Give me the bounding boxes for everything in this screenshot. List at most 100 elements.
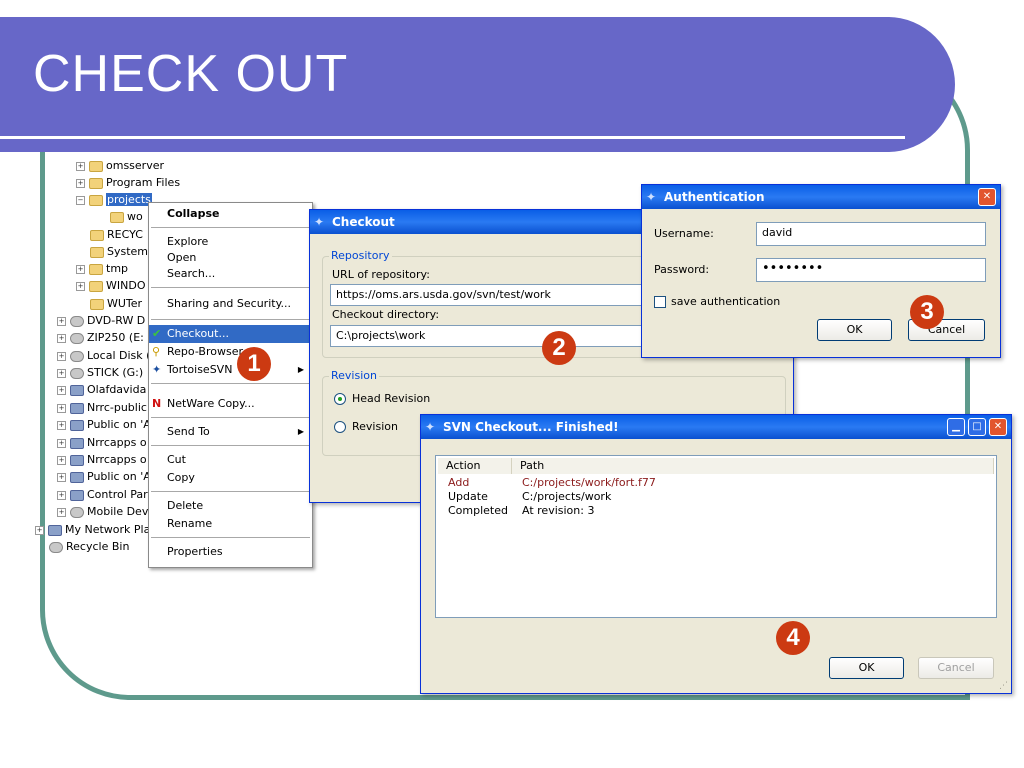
menu-separator [151,491,310,492]
expand-icon[interactable]: + [57,507,66,517]
tree-item[interactable]: + Program Files [76,174,180,191]
expand-icon[interactable]: + [57,472,66,482]
tree-item[interactable]: + Mobile Dev [57,503,148,520]
expand-icon[interactable]: + [76,281,85,291]
step-badge-4: 4 [776,621,810,655]
drive-icon [70,315,84,327]
save-authentication-checkbox[interactable] [654,296,666,308]
menu-item-collapse[interactable]: Collapse [149,205,312,223]
finished-ok-button[interactable]: OK [829,657,904,679]
tree-item[interactable]: + STICK (G:) [57,364,143,381]
tree-item[interactable]: wo [110,208,143,225]
repository-group-label: Repository [329,249,392,262]
expand-icon[interactable]: + [57,490,66,500]
tree-item-label: ZIP250 (E: [87,331,144,344]
username-input[interactable]: david [756,222,986,246]
tree-item[interactable]: + Nrrcapps o [57,434,147,451]
folder-icon [90,229,104,241]
expand-icon[interactable]: + [57,455,66,465]
save-authentication-label: save authentication [671,295,781,308]
submenu-arrow-icon: ▶ [297,365,304,374]
finished-titlebar[interactable]: ✦ SVN Checkout... Finished! ▁ □ ✕ [421,415,1011,439]
column-header-action[interactable]: Action [438,458,512,474]
tree-item[interactable]: + tmp [76,260,128,277]
expand-icon[interactable]: + [57,385,66,395]
expand-icon[interactable]: + [76,161,85,171]
menu-item-tortoisesvn[interactable]: ✦ TortoiseSVN ▶ [149,361,312,379]
menu-item-netware-copy[interactable]: N NetWare Copy... [149,395,312,413]
menu-separator [151,227,310,228]
tree-item-label: Program Files [106,176,181,189]
tree-item[interactable]: WUTer [90,295,142,312]
tree-item[interactable]: + Local Disk ( [57,347,150,364]
minimize-icon[interactable]: ▁ [947,418,965,436]
expand-icon[interactable]: + [57,403,66,413]
tree-item[interactable]: + Public on 'A [57,416,151,433]
tree-item[interactable]: − projects [76,191,152,208]
authentication-dialog: ✦ Authentication ✕ Username: david Passw… [641,184,1001,358]
expand-icon[interactable]: + [57,333,66,343]
tree-item[interactable]: + Public on 'A [57,468,151,485]
tree-item[interactable]: + Control Par [57,486,148,503]
menu-item-search[interactable]: Search... [149,265,312,283]
menu-item-repo-browser[interactable]: ⚲ Repo-Browser [149,343,312,361]
expand-icon[interactable]: + [57,351,66,361]
password-input[interactable]: •••••••• [756,258,986,282]
tortoise-icon: ✦ [314,215,325,229]
expand-icon[interactable]: + [57,420,66,430]
tortoisesvn-icon: ✦ [152,363,162,376]
tree-item[interactable]: + Olafdavida [57,381,146,398]
tree-item[interactable]: + Nrrc-public [57,399,147,416]
tree-item-label: Nrrc-public [87,401,147,414]
expand-icon[interactable]: + [76,264,85,274]
head-revision-radio[interactable] [334,393,346,405]
tree-item[interactable]: + Nrrcapps o [57,451,147,468]
menu-item-properties[interactable]: Properties [149,543,312,561]
net-icon [70,471,84,483]
expand-icon[interactable]: + [57,368,66,378]
column-header-path[interactable]: Path [512,458,994,474]
tree-item[interactable]: + My Network Pla [35,521,150,538]
tree-item[interactable]: + WINDO [76,277,145,294]
finished-cancel-button[interactable]: Cancel [918,657,994,679]
close-icon[interactable]: ✕ [978,188,996,206]
expand-icon[interactable]: + [35,525,44,535]
menu-separator [151,287,310,288]
menu-item-rename[interactable]: Rename [149,515,312,533]
resize-grip-icon[interactable]: ⋰ [999,681,1008,691]
menu-item-sharing[interactable]: Sharing and Security... [149,295,312,313]
expand-icon[interactable]: + [57,316,66,326]
revision-group-label: Revision [329,369,379,382]
tree-item[interactable]: + DVD-RW D [57,312,145,329]
menu-item-netware-copy-label: NetWare Copy... [167,397,255,410]
tree-item[interactable]: System [90,243,148,260]
tree-item[interactable]: + omsserver [76,157,164,174]
tree-item[interactable]: Recycle Bin [49,538,129,555]
maximize-icon[interactable]: □ [968,418,986,436]
checkout-results-list[interactable]: Action Path Add C:/projects/work/fort.f77… [435,455,997,618]
menu-item-repo-browser-label: Repo-Browser [167,345,243,358]
net-icon [70,384,84,396]
checkout-dir-input[interactable]: C:\projects\work [330,325,650,347]
menu-item-checkout[interactable]: ✔ Checkout... [149,325,312,343]
revision-radio[interactable] [334,421,346,433]
menu-item-cut[interactable]: Cut [149,451,312,469]
tree-item[interactable]: + ZIP250 (E: [57,329,144,346]
menu-item-copy[interactable]: Copy [149,469,312,487]
net-icon [70,437,84,449]
expand-icon[interactable]: + [76,178,85,188]
drive-icon [70,367,84,379]
auth-titlebar[interactable]: ✦ Authentication ✕ [642,185,1000,209]
url-input[interactable]: https://oms.ars.usda.gov/svn/test/work [330,284,650,306]
context-menu: Collapse Explore Open Search... Sharing … [148,202,313,568]
drive-icon [70,332,84,344]
auth-ok-button[interactable]: OK [817,319,892,341]
collapse-icon[interactable]: − [76,195,85,205]
menu-item-send-to-label: Send To [167,425,210,438]
tortoise-icon: ✦ [425,420,436,434]
menu-item-send-to[interactable]: Send To ▶ [149,423,312,441]
expand-icon[interactable]: + [57,438,66,448]
tree-item[interactable]: RECYC [90,226,143,243]
menu-item-delete[interactable]: Delete [149,497,312,515]
close-icon[interactable]: ✕ [989,418,1007,436]
